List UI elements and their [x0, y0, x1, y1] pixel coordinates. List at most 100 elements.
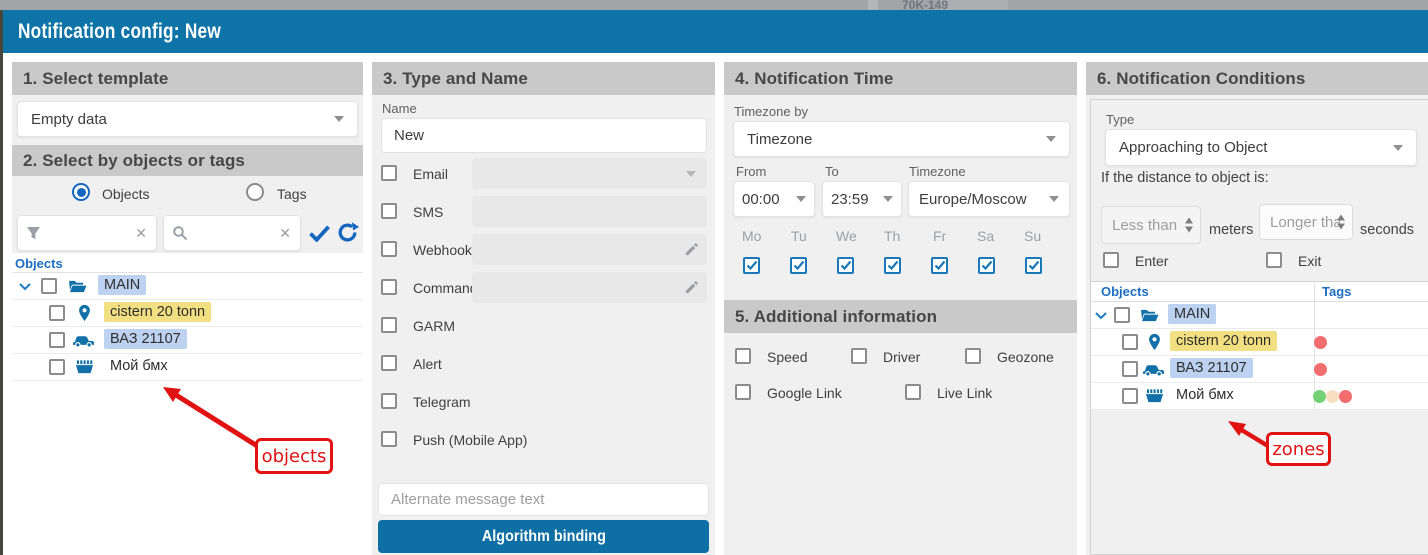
- cond-tree-row-boat[interactable]: Мой бмх: [1091, 383, 1428, 410]
- sms-input-disabled[interactable]: [472, 196, 707, 227]
- tree-row-vaz[interactable]: ВАЗ 21107: [12, 327, 363, 354]
- timezone-select[interactable]: Europe/Moscow: [908, 181, 1070, 217]
- day-checkbox-we[interactable]: [837, 257, 854, 274]
- tag-dot: [1314, 336, 1327, 349]
- row-checkbox[interactable]: [1114, 307, 1130, 323]
- name-field[interactable]: [381, 118, 707, 153]
- tags-radio[interactable]: [246, 183, 264, 201]
- row-checkbox[interactable]: [49, 359, 65, 375]
- day-label-mo: Mo: [742, 228, 761, 244]
- row-checkbox[interactable]: [1122, 361, 1138, 377]
- tags-radio-label: Tags: [277, 186, 307, 202]
- row-checkbox[interactable]: [49, 305, 65, 321]
- day-label-sa: Sa: [977, 228, 994, 244]
- tag-dot: [1339, 390, 1352, 403]
- speed-checkbox[interactable]: [735, 348, 751, 364]
- garm-checkbox[interactable]: [381, 317, 397, 333]
- webhook-checkbox[interactable]: [381, 241, 397, 257]
- spinner-arrows-icon[interactable]: [1337, 215, 1345, 230]
- longer-than-spinner[interactable]: Longer than: [1259, 204, 1353, 240]
- sync-icon[interactable]: [336, 221, 359, 244]
- webhook-input-disabled[interactable]: [472, 234, 707, 265]
- algorithm-binding-button[interactable]: Algorithm binding: [378, 520, 709, 553]
- objects-annotation-label: objects: [262, 446, 327, 467]
- cond-tree-row-cistern[interactable]: cistern 20 tonn: [1091, 329, 1428, 356]
- chevron-down-icon: [1046, 136, 1056, 142]
- day-checkbox-tu[interactable]: [790, 257, 807, 274]
- apply-check-icon[interactable]: [308, 224, 331, 242]
- tree-row-main[interactable]: MAIN: [12, 273, 363, 300]
- row-checkbox[interactable]: [1122, 388, 1138, 404]
- tree-label: Мой бмх: [1170, 385, 1240, 405]
- day-checkbox-su[interactable]: [1025, 257, 1042, 274]
- timezone-value: Europe/Moscow: [919, 191, 1027, 208]
- column-objects: Objects: [1101, 284, 1149, 299]
- pencil-icon[interactable]: [684, 280, 699, 295]
- day-label-su: Su: [1024, 228, 1041, 244]
- live-link-checkbox[interactable]: [905, 384, 921, 400]
- day-checkbox-th[interactable]: [884, 257, 901, 274]
- driver-checkbox[interactable]: [851, 348, 867, 364]
- dimmed-background-strip: 70K-149: [0, 0, 1428, 10]
- telegram-label: Telegram: [413, 394, 471, 410]
- expander-chevron-icon[interactable]: [1095, 312, 1107, 320]
- background-fragment: [868, 0, 878, 10]
- to-select[interactable]: 23:59: [822, 181, 902, 217]
- clear-search-icon[interactable]: ✕: [279, 225, 291, 242]
- day-checkbox-mo[interactable]: [743, 257, 760, 274]
- less-than-spinner[interactable]: Less than: [1101, 206, 1201, 244]
- exit-checkbox[interactable]: [1266, 252, 1282, 268]
- conditions-table-header: Objects Tags: [1091, 281, 1428, 302]
- expander-chevron-icon[interactable]: [19, 283, 31, 291]
- day-checkbox-fr[interactable]: [931, 257, 948, 274]
- tree-row-cistern[interactable]: cistern 20 tonn: [12, 300, 363, 327]
- template-select[interactable]: Empty data: [17, 101, 358, 137]
- longer-than-placeholder: Longer than: [1270, 214, 1340, 231]
- cond-tree-row-main[interactable]: MAIN: [1091, 302, 1428, 329]
- location-pin-icon: [77, 304, 92, 322]
- day-label-we: We: [836, 228, 857, 244]
- search-icon: [172, 225, 188, 241]
- condition-type-select[interactable]: Approaching to Object: [1105, 129, 1417, 166]
- timezone-by-select[interactable]: Timezone: [733, 121, 1070, 157]
- cond-tree-row-vaz[interactable]: ВАЗ 21107: [1091, 356, 1428, 383]
- chevron-down-icon: [1049, 196, 1059, 202]
- row-checkbox[interactable]: [1122, 334, 1138, 350]
- sms-checkbox[interactable]: [381, 203, 397, 219]
- tag-dot: [1326, 390, 1339, 403]
- day-checkbox-sa[interactable]: [978, 257, 995, 274]
- telegram-checkbox[interactable]: [381, 393, 397, 409]
- clear-filter-icon[interactable]: ✕: [135, 225, 147, 242]
- push-checkbox[interactable]: [381, 431, 397, 447]
- to-label: To: [825, 164, 839, 179]
- spinner-arrows-icon[interactable]: [1185, 218, 1193, 233]
- objects-radio[interactable]: [72, 183, 90, 201]
- enter-checkbox[interactable]: [1103, 252, 1119, 268]
- tree-label: cistern 20 tonn: [104, 302, 211, 322]
- background-text-fragment: 70K-149: [902, 0, 948, 10]
- email-select-disabled[interactable]: [472, 158, 707, 189]
- geozone-checkbox[interactable]: [965, 348, 981, 364]
- panel-type-name-header: 3. Type and Name: [372, 62, 715, 95]
- alternate-message-input[interactable]: [378, 483, 709, 516]
- folder-icon: [68, 279, 87, 294]
- from-select[interactable]: 00:00: [733, 181, 815, 217]
- row-checkbox[interactable]: [49, 332, 65, 348]
- sms-label: SMS: [413, 204, 443, 220]
- chevron-down-icon: [334, 116, 344, 122]
- panel-select-template-header: 1. Select template: [12, 62, 363, 95]
- alert-label: Alert: [413, 356, 442, 372]
- google-link-checkbox[interactable]: [735, 384, 751, 400]
- filter-input[interactable]: ✕: [17, 215, 157, 251]
- alert-checkbox[interactable]: [381, 355, 397, 371]
- row-checkbox[interactable]: [41, 278, 57, 294]
- email-checkbox[interactable]: [381, 165, 397, 181]
- command-checkbox[interactable]: [381, 279, 397, 295]
- tree-row-boat[interactable]: Мой бмх: [12, 354, 363, 381]
- from-value: 00:00: [742, 191, 780, 208]
- command-input-disabled[interactable]: [472, 272, 707, 303]
- tree-label: MAIN: [98, 275, 146, 295]
- condition-type-value: Approaching to Object: [1119, 139, 1267, 156]
- search-input[interactable]: ✕: [163, 215, 301, 251]
- pencil-icon[interactable]: [684, 242, 699, 257]
